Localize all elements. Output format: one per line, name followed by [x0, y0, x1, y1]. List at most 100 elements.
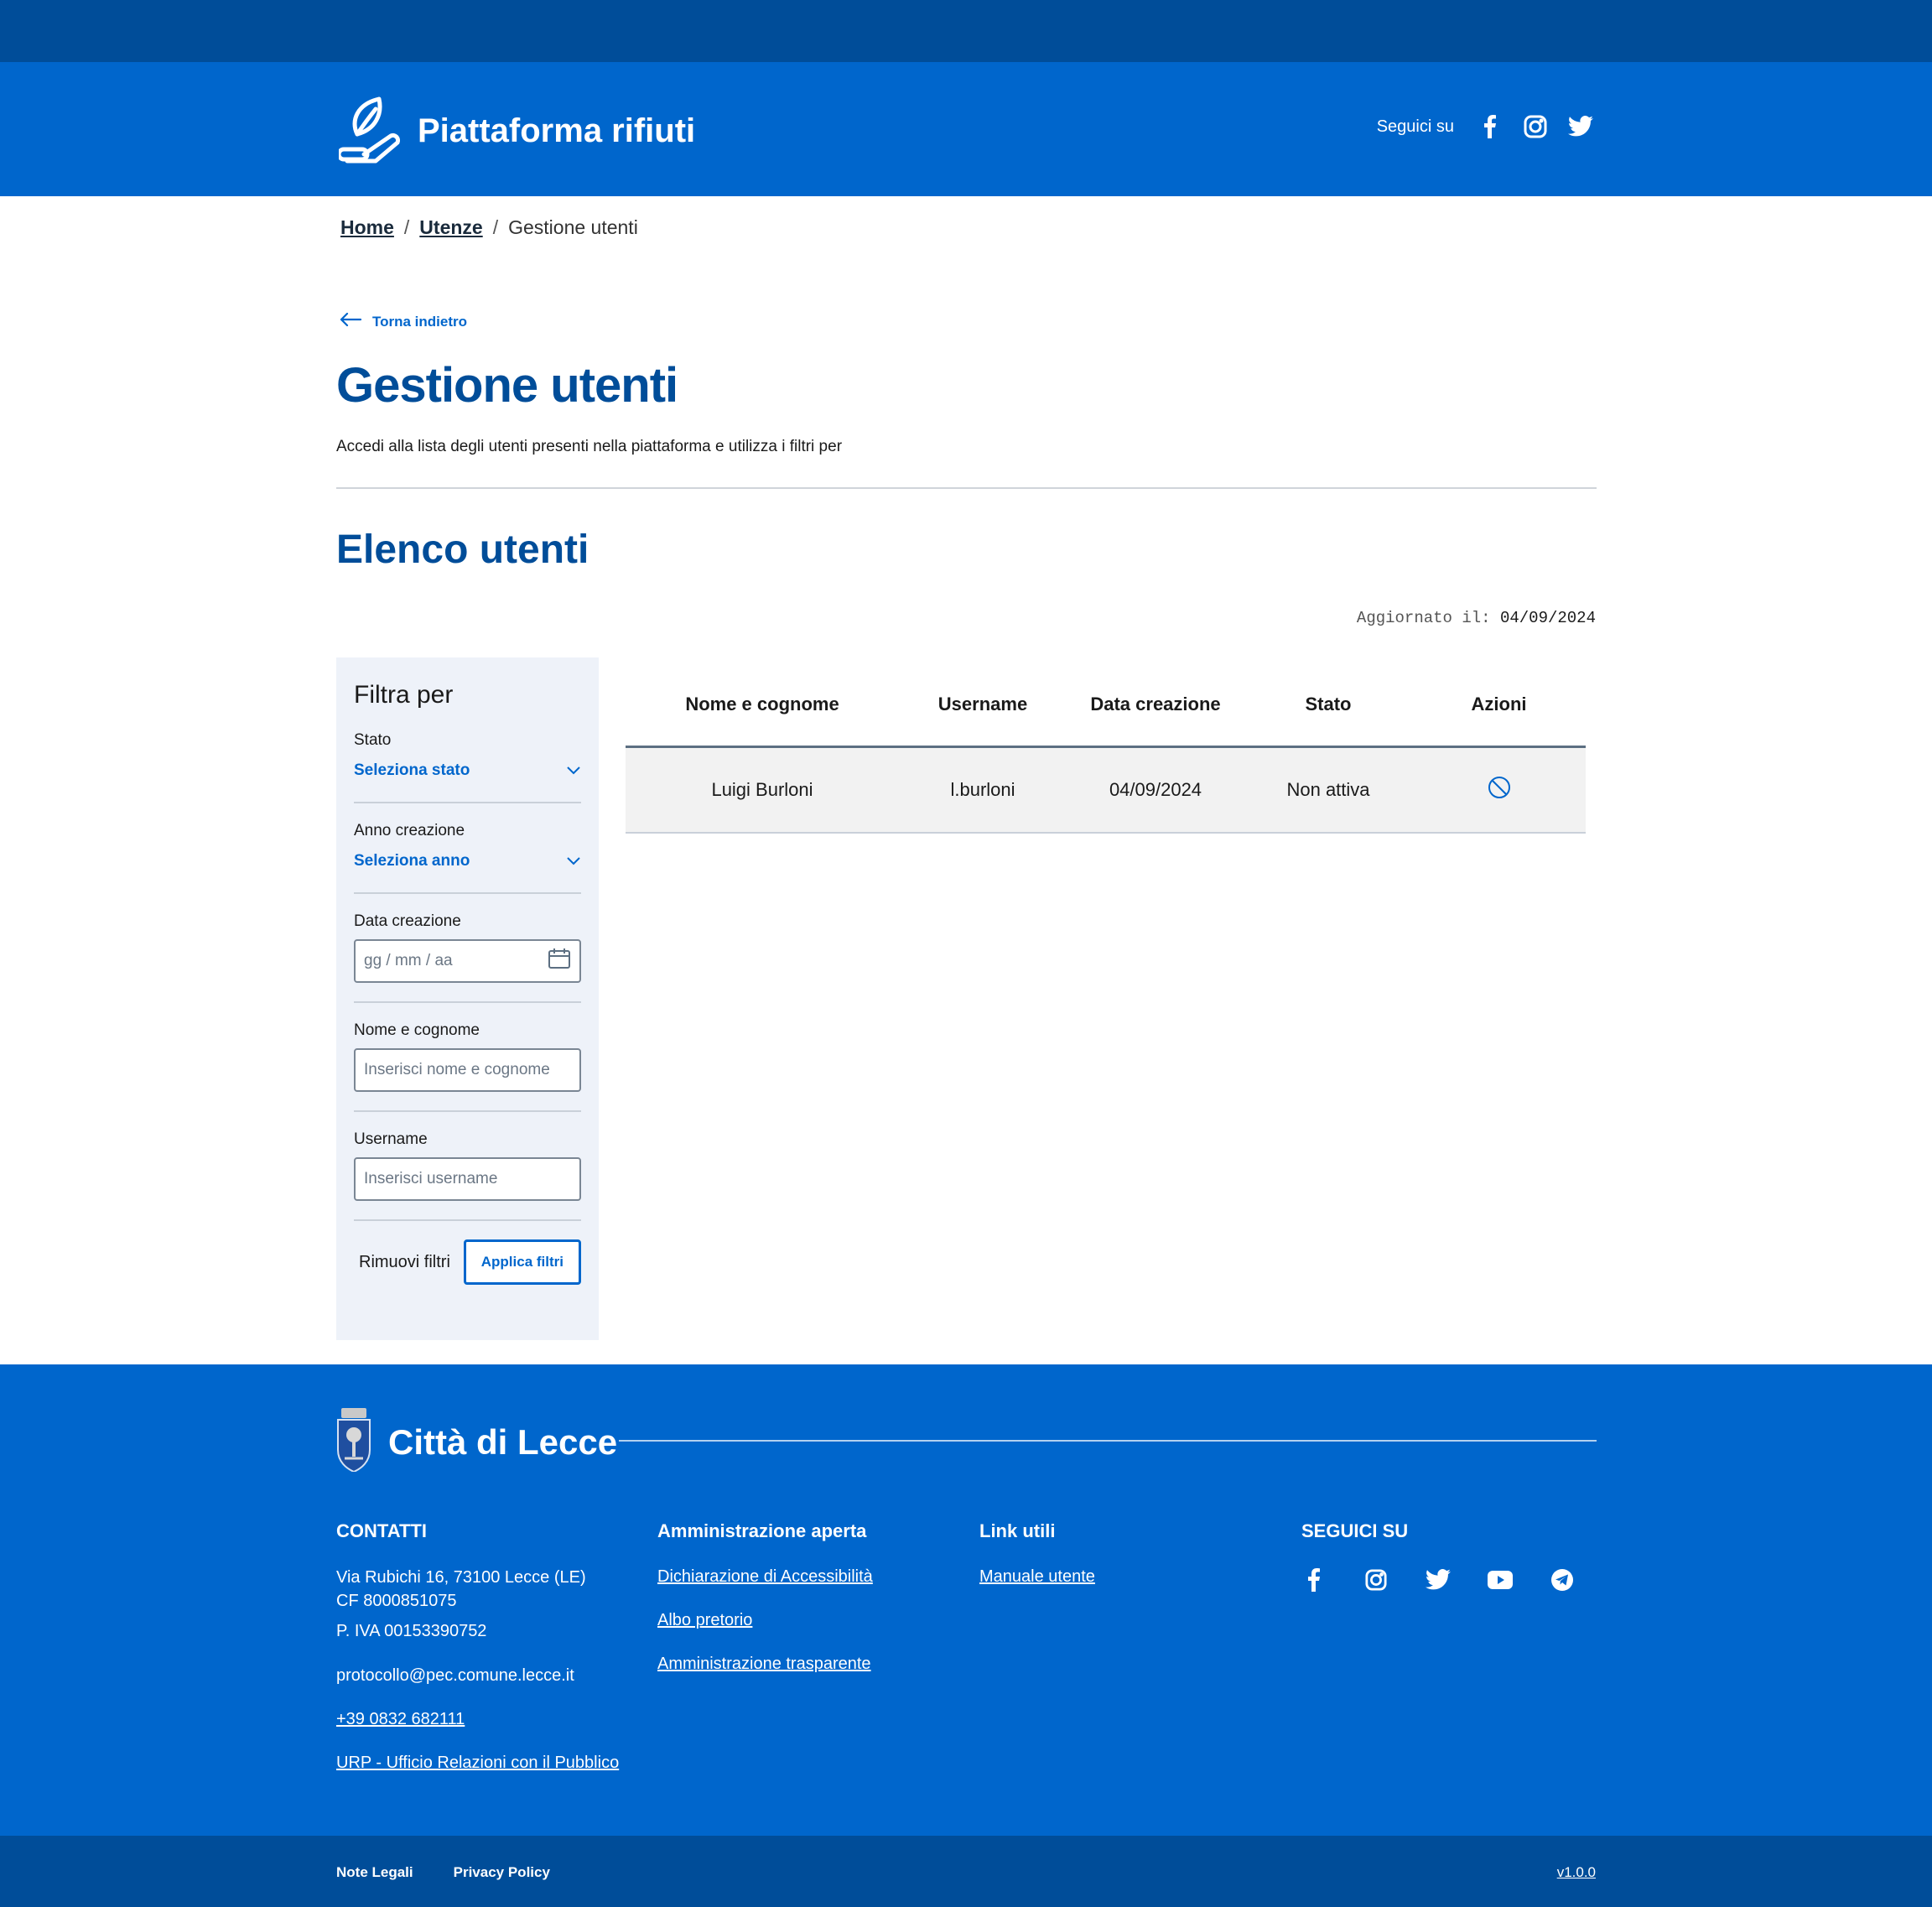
leaf-hand-icon	[336, 92, 402, 170]
footer-admin: Amministrazione aperta Dichiarazione di …	[657, 1520, 873, 1698]
filter-stato-label: Stato	[354, 731, 392, 749]
breadcrumb: Home / Utenze / Gestione utenti	[340, 216, 638, 239]
facebook-icon[interactable]	[1301, 1567, 1327, 1593]
phone-link[interactable]: +39 0832 682111	[336, 1710, 619, 1729]
back-label: Torna indietro	[372, 313, 468, 330]
footer-social: SEGUICI SU	[1301, 1520, 1575, 1593]
column-header[interactable]: Stato	[1244, 694, 1412, 715]
chevron-down-icon	[566, 761, 581, 780]
footer-brand-title: Città di Lecce	[388, 1421, 618, 1462]
anno-select[interactable]: Seleziona anno	[354, 849, 581, 874]
footer-divider	[619, 1440, 1597, 1442]
transparency-link[interactable]: Amministrazione trasparente	[657, 1655, 873, 1674]
footer-contacts: CONTATTI Via Rubichi 16, 73100 Lecce (LE…	[336, 1520, 619, 1797]
legal-notes-link[interactable]: Note Legali	[336, 1864, 413, 1881]
username-placeholder: Inserisci username	[364, 1170, 498, 1187]
column-header[interactable]: Nome e cognome	[626, 694, 899, 715]
city-crest-icon	[336, 1408, 371, 1476]
footer-useful: Link utili Manuale utente	[979, 1520, 1095, 1611]
bottom-bar: Note Legali Privacy Policy v1.0.0	[0, 1836, 1932, 1907]
username-input[interactable]: Inserisci username	[354, 1157, 581, 1201]
twitter-icon[interactable]	[1426, 1567, 1451, 1593]
apply-filters-button[interactable]: Applica filtri	[463, 1239, 581, 1285]
address: Via Rubichi 16, 73100 Lecce (LE)	[336, 1568, 586, 1587]
manual-link[interactable]: Manuale utente	[979, 1567, 1095, 1587]
nome-input[interactable]: Inserisci nome e cognome	[354, 1048, 581, 1092]
accessibility-link[interactable]: Dichiarazione di Accessibilità	[657, 1567, 873, 1587]
table-row: Luigi Burloni l.burloni 04/09/2024 Non a…	[626, 748, 1586, 834]
updated-value: 04/09/2024	[1499, 609, 1596, 627]
filter-nome: Nome e cognome Inserisci nome e cognome	[354, 1021, 581, 1112]
filter-data: Data creazione gg / mm / aa	[354, 912, 581, 1003]
admin-title: Amministrazione aperta	[657, 1520, 867, 1541]
filter-nome-label: Nome e cognome	[354, 1021, 480, 1039]
telegram-icon[interactable]	[1550, 1567, 1575, 1593]
back-link[interactable]: Torna indietro	[339, 312, 467, 331]
filter-panel: Filtra per Stato Seleziona stato Anno cr…	[336, 657, 599, 1340]
date-input[interactable]: gg / mm / aa	[354, 939, 581, 983]
footer-brand[interactable]: Città di Lecce	[336, 1408, 617, 1476]
updated-date: Aggiornato il: 04/09/2024	[1357, 609, 1596, 627]
table-header: Nome e cognome Username Data creazione S…	[626, 663, 1586, 748]
fiscal-code: CF 8000851075	[336, 1592, 457, 1610]
header: Piattaforma rifiuti Seguici su	[0, 62, 1932, 196]
header-social: Seguici su	[1377, 114, 1593, 139]
section-title: Elenco utenti	[336, 527, 589, 572]
cell-status: Non attiva	[1286, 779, 1370, 800]
updated-label: Aggiornato il:	[1356, 609, 1491, 627]
breadcrumb-home[interactable]: Home	[340, 216, 394, 239]
calendar-icon[interactable]	[548, 948, 571, 974]
stato-select[interactable]: Seleziona stato	[354, 758, 581, 783]
instagram-icon[interactable]	[1363, 1567, 1389, 1593]
brand[interactable]: Piattaforma rifiuti	[336, 92, 696, 170]
column-header[interactable]: Username	[899, 694, 1067, 715]
privacy-policy-link[interactable]: Privacy Policy	[454, 1864, 550, 1881]
column-header: Azioni	[1471, 693, 1527, 714]
chevron-down-icon	[566, 852, 581, 870]
anno-select-value: Seleziona anno	[354, 852, 470, 870]
urp-link[interactable]: URP - Ufficio Relazioni con il Pubblico	[336, 1754, 619, 1773]
breadcrumb-separator: /	[492, 216, 499, 238]
youtube-icon[interactable]	[1488, 1567, 1513, 1593]
disable-user-icon[interactable]	[1487, 775, 1512, 805]
users-table: Nome e cognome Username Data creazione S…	[626, 663, 1586, 834]
social-title: SEGUICI SU	[1301, 1520, 1409, 1541]
vat-number: P. IVA 00153390752	[336, 1622, 487, 1640]
filter-stato: Stato Seleziona stato	[354, 731, 581, 803]
cell-created: 04/09/2024	[1109, 779, 1202, 800]
breadcrumb-utenze[interactable]: Utenze	[419, 216, 482, 239]
cell-actions	[1412, 775, 1586, 805]
contacts-title: CONTATTI	[336, 1520, 427, 1541]
filter-anno: Anno creazione Seleziona anno	[354, 822, 581, 894]
version-link[interactable]: v1.0.0	[1557, 1864, 1596, 1881]
clear-filters-button[interactable]: Rimuovi filtri	[354, 1253, 455, 1272]
date-placeholder: gg / mm / aa	[364, 952, 453, 969]
filter-username: Username Inserisci username	[354, 1130, 581, 1221]
facebook-icon[interactable]	[1478, 114, 1503, 139]
arrow-left-icon	[339, 312, 362, 331]
social-icons	[1301, 1567, 1575, 1593]
instagram-icon[interactable]	[1523, 114, 1548, 139]
filter-title: Filtra per	[354, 681, 454, 709]
page-description: Accedi alla lista degli utenti presenti …	[336, 438, 843, 455]
divider	[336, 487, 1597, 489]
nome-placeholder: Inserisci nome e cognome	[364, 1061, 550, 1078]
cell-name: Luigi Burloni	[711, 779, 813, 800]
page-title: Gestione utenti	[336, 358, 678, 413]
breadcrumb-separator: /	[403, 216, 410, 238]
follow-label: Seguici su	[1376, 117, 1454, 136]
useful-title: Link utili	[979, 1520, 1056, 1541]
twitter-icon[interactable]	[1568, 114, 1593, 139]
pec-email: protocollo@pec.comune.lecce.it	[336, 1666, 574, 1685]
footer: Città di Lecce CONTATTI Via Rubichi 16, …	[0, 1364, 1932, 1836]
top-bar	[0, 0, 1932, 62]
app-title: Piattaforma rifiuti	[418, 112, 696, 149]
filter-anno-label: Anno creazione	[354, 822, 465, 839]
albo-link[interactable]: Albo pretorio	[657, 1611, 873, 1630]
column-header[interactable]: Data creazione	[1067, 694, 1244, 715]
filter-data-label: Data creazione	[354, 912, 461, 930]
cell-username: l.burloni	[950, 779, 1015, 800]
stato-select-value: Seleziona stato	[354, 761, 470, 779]
legal-links: Note Legali Privacy Policy	[336, 1864, 550, 1881]
breadcrumb-current: Gestione utenti	[508, 216, 638, 238]
